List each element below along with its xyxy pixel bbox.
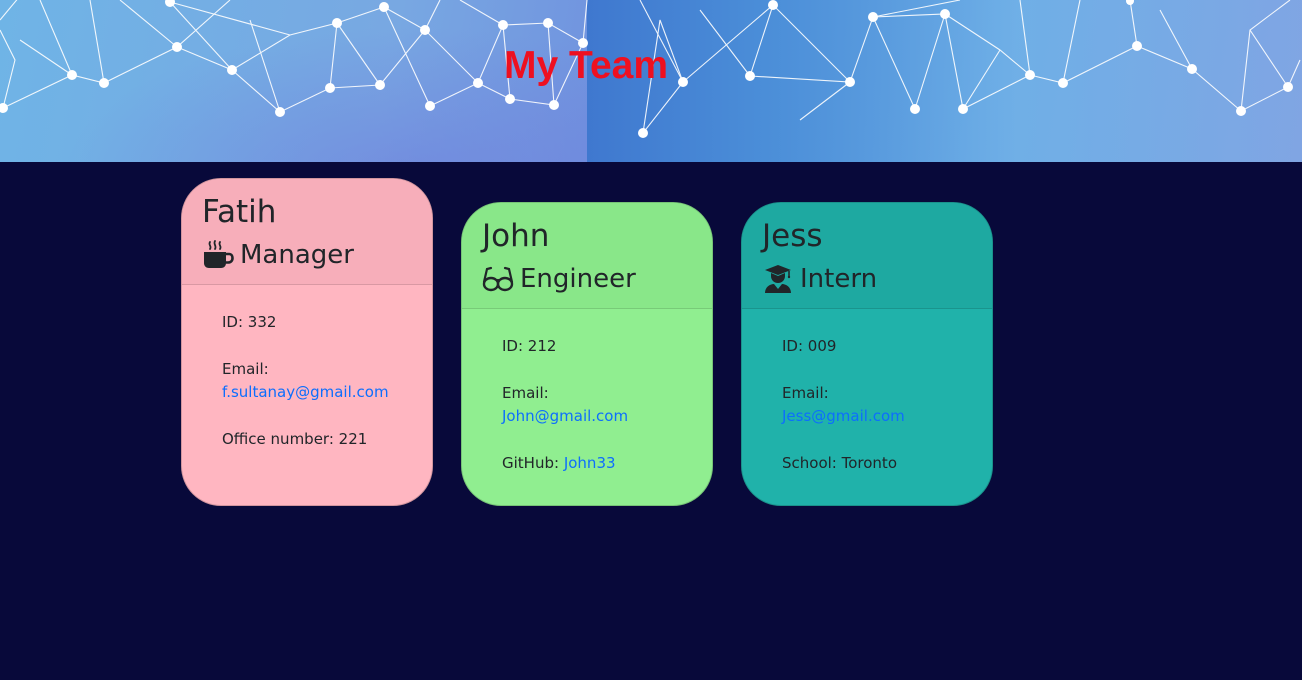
employee-card-engineer: John Engineer ID: 212 Email: John@gmail.…	[461, 202, 713, 506]
card-header: John Engineer	[462, 203, 712, 309]
employee-email-row: Email: Jess@gmail.com	[782, 382, 952, 428]
coffee-mug-icon	[202, 240, 234, 270]
role-label: Engineer	[520, 264, 636, 294]
graduate-icon	[762, 264, 794, 294]
employee-email-row: Email: f.sultanay@gmail.com	[222, 358, 392, 404]
employee-role: Intern	[762, 263, 972, 295]
github-row: GitHub: John33	[502, 452, 672, 475]
page-title: My Team	[504, 44, 668, 87]
role-label: Intern	[800, 264, 878, 294]
card-body: ID: 332 Email: f.sultanay@gmail.com Offi…	[182, 285, 432, 477]
email-label: Email:	[222, 360, 269, 378]
employee-email-row: Email: John@gmail.com	[502, 382, 672, 428]
employee-name: John	[482, 218, 550, 254]
card-body: ID: 212 Email: John@gmail.com GitHub: Jo…	[462, 309, 712, 501]
employee-id: ID: 332	[222, 313, 277, 331]
employee-name: Jess	[762, 218, 823, 254]
role-label: Manager	[240, 240, 354, 270]
employee-role: Engineer	[482, 263, 692, 295]
card-body: ID: 009 Email: Jess@gmail.com School: To…	[742, 309, 992, 501]
employee-name: Fatih	[202, 194, 277, 230]
office-number: Office number: 221	[222, 430, 368, 448]
card-header: Jess Intern	[742, 203, 992, 309]
school: School: Toronto	[782, 454, 897, 472]
card-header: Fatih Manager	[182, 179, 432, 285]
github-label: GitHub:	[502, 454, 560, 472]
employee-role: Manager	[202, 239, 412, 271]
employee-id: ID: 009	[782, 337, 837, 355]
employee-card-manager: Fatih Manager ID: 332 Email: f.sultanay@…	[181, 178, 433, 506]
glasses-icon	[482, 264, 514, 294]
email-link[interactable]: f.sultanay@gmail.com	[222, 383, 389, 401]
employee-id: ID: 212	[502, 337, 557, 355]
employee-card-intern: Jess Intern ID: 009 Email: Jess@gmail.co…	[741, 202, 993, 506]
email-link[interactable]: John@gmail.com	[502, 407, 628, 425]
email-label: Email:	[782, 384, 829, 402]
github-link[interactable]: John33	[564, 454, 616, 472]
email-link[interactable]: Jess@gmail.com	[782, 407, 905, 425]
header-banner: My Team	[0, 0, 1302, 162]
email-label: Email:	[502, 384, 549, 402]
